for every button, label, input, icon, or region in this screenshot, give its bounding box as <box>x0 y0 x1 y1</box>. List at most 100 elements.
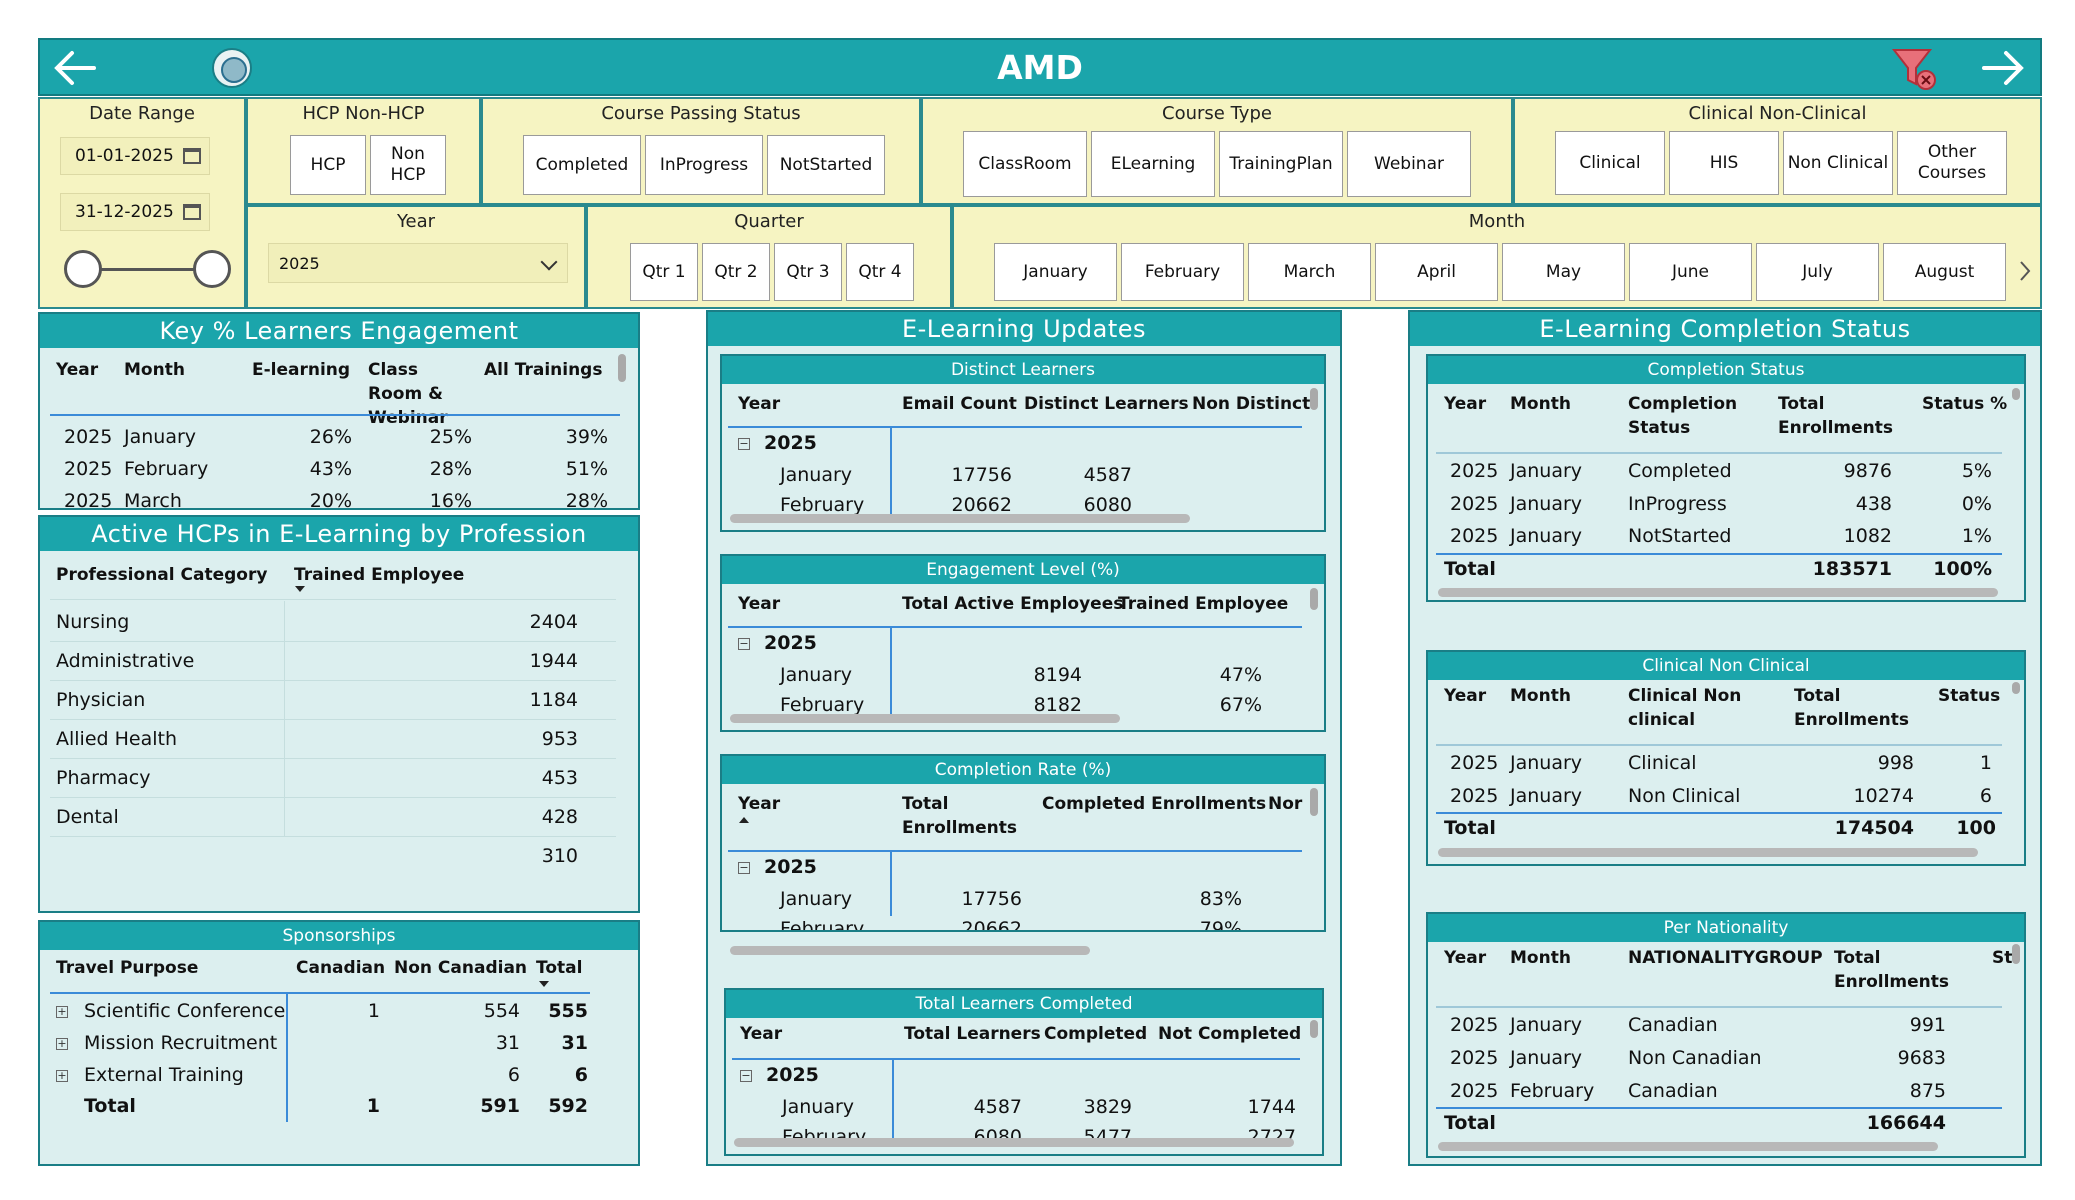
calendar-icon[interactable] <box>183 204 201 220</box>
table-row: 2025 January Non Clinical 10274 6 <box>1428 781 2024 814</box>
non-clinical-button[interactable]: Non Clinical <box>1783 131 1893 195</box>
total-learners-cell: 4587 <box>973 1096 1022 1118</box>
total-cell: 555 <box>548 1000 588 1022</box>
elearning-button[interactable]: ELearning <box>1091 131 1215 197</box>
horizontal-scrollbar[interactable] <box>730 714 1120 723</box>
month-june-button[interactable]: June <box>1629 243 1752 301</box>
end-date-field[interactable]: 31-12-2025 <box>60 193 210 231</box>
clinical-button[interactable]: Clinical <box>1555 131 1665 195</box>
qtr2-button[interactable]: Qtr 2 <box>702 243 770 301</box>
webinar-button[interactable]: Webinar <box>1347 131 1471 197</box>
vertical-scrollbar[interactable] <box>1310 788 1318 816</box>
other-courses-button[interactable]: Other Courses <box>1897 131 2007 195</box>
category-cell: Pharmacy <box>56 767 151 789</box>
expand-icon[interactable]: + <box>56 1070 68 1082</box>
trained-cell: 2404 <box>529 611 578 633</box>
col-header-total-learners: Total Learners <box>904 1024 1041 1044</box>
category-cell: Dental <box>56 806 119 828</box>
month-august-button[interactable]: August <box>1883 243 2006 301</box>
purpose-cell: Scientific Conference <box>84 1000 286 1022</box>
header-divider <box>728 850 1302 852</box>
nationality-cell: Canadian <box>1628 1014 1718 1036</box>
col-header-month: Month <box>1510 686 1571 706</box>
clinical-slicer: Clinical Non-Clinical Clinical HIS Non C… <box>1513 97 2042 205</box>
month-march-button[interactable]: March <box>1248 243 1371 301</box>
horizontal-scrollbar[interactable] <box>1438 588 1998 597</box>
year-slicer-label: Year <box>396 211 436 232</box>
chevron-right-icon[interactable] <box>2018 259 2032 283</box>
non-hcp-button[interactable]: Non HCP <box>370 135 446 195</box>
horizontal-scrollbar[interactable] <box>1438 848 1978 857</box>
learners-completed-title: Total Learners Completed <box>726 990 1322 1018</box>
status-pct-total: 100% <box>1933 558 1992 580</box>
sort-desc-icon[interactable] <box>294 585 306 593</box>
vertical-scrollbar[interactable] <box>1310 1020 1318 1038</box>
horizontal-scrollbar[interactable] <box>734 1138 1294 1147</box>
forward-arrow-icon[interactable] <box>1980 48 2026 88</box>
month-july-button[interactable]: July <box>1756 243 1879 301</box>
col-header-year: Year <box>1444 394 1487 414</box>
vertical-scrollbar[interactable] <box>618 354 626 382</box>
sponsorships-title: Sponsorships <box>40 922 638 950</box>
total-cell: 6 <box>574 1064 588 1086</box>
month-may-button[interactable]: May <box>1502 243 1625 301</box>
category-cell: Nursing <box>56 611 130 633</box>
sort-desc-icon[interactable] <box>538 980 550 988</box>
collapse-icon[interactable]: − <box>738 862 750 874</box>
expand-icon[interactable]: + <box>56 1006 68 1018</box>
horizontal-scrollbar[interactable] <box>730 946 1090 955</box>
horizontal-scrollbar[interactable] <box>730 514 1190 523</box>
month-cell: February <box>780 918 865 932</box>
vertical-scrollbar[interactable] <box>2012 682 2020 694</box>
calendar-icon[interactable] <box>183 148 201 164</box>
vertical-scrollbar[interactable] <box>1310 388 1318 410</box>
qtr1-button[interactable]: Qtr 1 <box>630 243 698 301</box>
table-row: 2025 January Completed 9876 5% <box>1428 456 2024 489</box>
horizontal-scrollbar[interactable] <box>1438 1142 1938 1151</box>
vertical-scrollbar[interactable] <box>1310 588 1318 610</box>
col-header-year: Year <box>1444 686 1487 706</box>
col-header-year: Year <box>740 1024 783 1044</box>
collapse-icon[interactable]: − <box>740 1070 752 1082</box>
col-header-non-distinct: Non Distinct <box>1192 394 1311 414</box>
month-april-button[interactable]: April <box>1375 243 1498 301</box>
expand-icon[interactable]: + <box>56 1038 68 1050</box>
table-row: Administrative 1944 <box>40 642 640 681</box>
sort-asc-icon[interactable] <box>738 816 750 824</box>
sponsorships-panel: Sponsorships Travel Purpose Canadian Non… <box>38 920 640 1166</box>
date-slider-end-handle[interactable] <box>193 250 231 288</box>
completed-button[interactable]: Completed <box>523 135 641 195</box>
table-row: 2025 February 43% 28% 51% <box>40 454 638 486</box>
inprogress-button[interactable]: InProgress <box>645 135 763 195</box>
per-nationality-title: Per Nationality <box>1428 914 2024 942</box>
non-canadian-cell: 6 <box>507 1064 520 1086</box>
his-button[interactable]: HIS <box>1669 131 1779 195</box>
col-header-travel-purpose: Travel Purpose <box>56 958 199 978</box>
qtr3-button[interactable]: Qtr 3 <box>774 243 842 301</box>
year-dropdown[interactable]: 2025 <box>268 243 568 283</box>
table-row: January 8194 47% <box>722 660 1322 692</box>
table-row: 2025 January InProgress 438 0% <box>1428 489 2024 522</box>
completed-cell: 3829 <box>1083 1096 1132 1118</box>
nationality-cell: Canadian <box>1628 1080 1718 1102</box>
vertical-scrollbar[interactable] <box>2012 388 2020 400</box>
vertical-scrollbar[interactable] <box>2012 944 2020 964</box>
collapse-icon[interactable]: − <box>738 438 750 450</box>
course-type-label: Course Type <box>1162 103 1272 124</box>
month-february-button[interactable]: February <box>1121 243 1244 301</box>
elearning-cell: 43% <box>309 458 352 480</box>
trainingplan-button[interactable]: TrainingPlan <box>1219 131 1343 197</box>
classroom-button[interactable]: ClassRoom <box>963 131 1087 197</box>
chevron-down-icon[interactable] <box>540 253 558 271</box>
start-date-field[interactable]: 01-01-2025 <box>60 137 210 175</box>
month-january-button[interactable]: January <box>994 243 1117 301</box>
clear-filter-icon[interactable] <box>1890 46 1940 92</box>
hcp-slicer: HCP Non-HCP HCP Non HCP <box>246 97 481 205</box>
date-slider-start-handle[interactable] <box>64 250 102 288</box>
qtr4-button[interactable]: Qtr 4 <box>846 243 914 301</box>
completion-rate-title: Completion Rate (%) <box>722 756 1324 784</box>
distinct-learners-cell: 4587 <box>1083 464 1132 486</box>
collapse-icon[interactable]: − <box>738 638 750 650</box>
notstarted-button[interactable]: NotStarted <box>767 135 885 195</box>
hcp-button[interactable]: HCP <box>290 135 366 195</box>
